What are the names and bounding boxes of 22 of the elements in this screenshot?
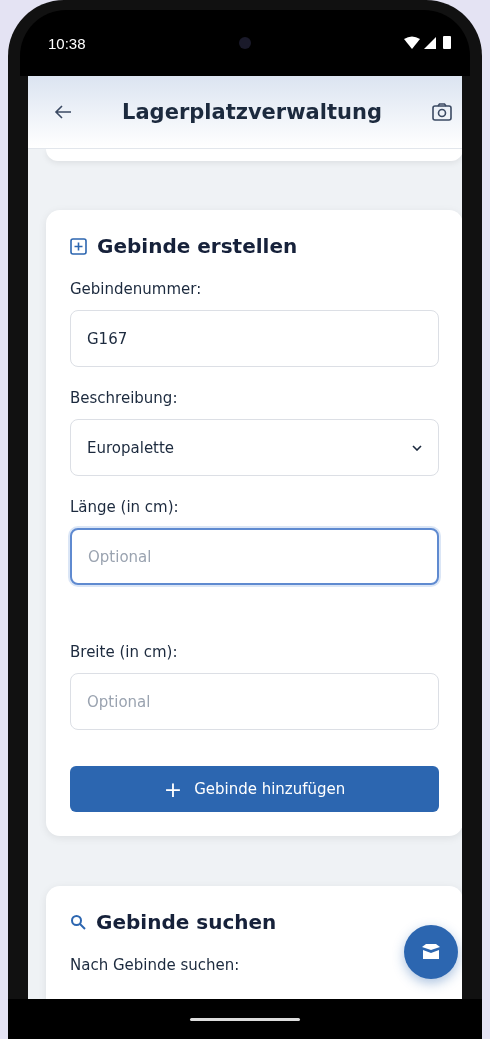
card-title: Gebinde suchen [96,910,277,934]
input-field[interactable]: Optional [70,528,439,585]
camera-icon[interactable] [432,103,452,121]
chevron-down-icon [412,444,422,451]
back-arrow-icon[interactable] [54,105,72,119]
search-icon [70,914,86,930]
field-label: Breite (in cm): [70,643,179,661]
field-label: Beschreibung: [70,389,179,407]
camera-hole-icon [238,37,251,49]
status-time: 10:38 [48,34,86,52]
home-indicator[interactable] [190,1017,300,1021]
card-title: Gebinde erstellen [97,234,298,258]
field-label: Gebindenummer: [70,280,203,298]
page-title: Lagerplatzverwaltung [122,100,382,124]
input-field[interactable]: G167 [70,310,439,367]
field-label: Länge (in cm): [70,498,180,516]
add-button[interactable]: + Gebinde hinzufügen [70,766,439,812]
box-icon [421,943,441,961]
select-dropdown[interactable]: Europalette [70,419,439,476]
plus-square-icon [70,237,87,255]
status-icons [404,35,454,51]
field-label: Nach Gebinde suchen: [70,956,241,974]
